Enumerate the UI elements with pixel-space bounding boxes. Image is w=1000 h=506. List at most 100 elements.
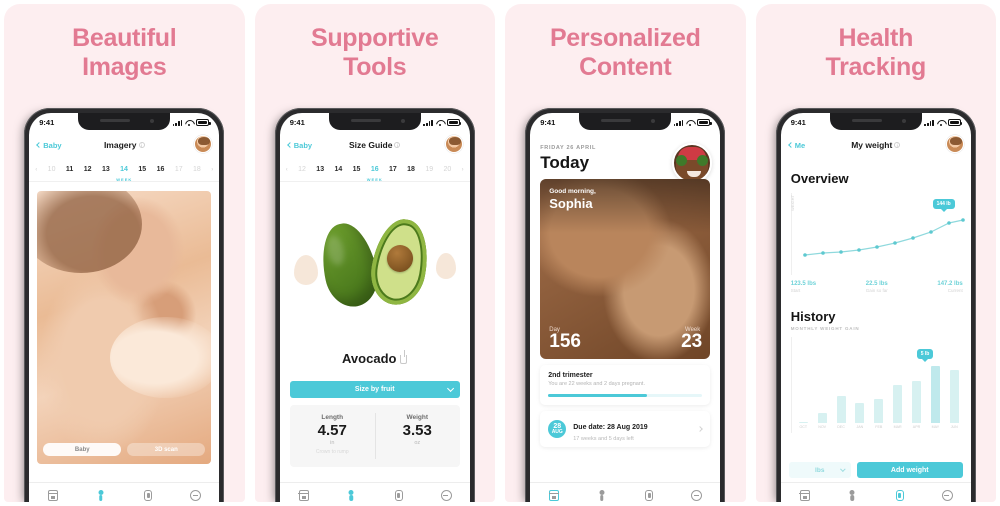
ultrasound-highlight	[110, 316, 212, 399]
panel-1-title-line2: Images	[82, 52, 167, 81]
week-item[interactable]: 10	[48, 166, 56, 173]
info-icon[interactable]: i	[394, 142, 401, 148]
week-item[interactable]: 20	[444, 166, 452, 173]
chart-y-axis	[790, 337, 792, 433]
tab-more[interactable]	[422, 490, 470, 501]
week-item-active[interactable]: 14	[120, 166, 128, 173]
week-item[interactable]: 16	[157, 166, 165, 173]
week-prev-arrow[interactable]: ‹	[286, 167, 288, 173]
due-date-card[interactable]: 28 AUG Due date: 28 Aug 2019 17 weeks an…	[540, 411, 711, 447]
info-icon[interactable]: i	[138, 142, 145, 148]
tab-bar-4[interactable]	[780, 482, 971, 502]
tab-calendar[interactable]	[280, 490, 328, 501]
tab-bottle[interactable]	[625, 490, 673, 501]
tab-bar-3[interactable]	[530, 482, 721, 502]
week-item[interactable]: 17	[389, 166, 397, 173]
tab-baby[interactable]	[578, 490, 626, 501]
panel-3-title-line2: Content	[579, 52, 672, 81]
tab-calendar[interactable]	[29, 490, 77, 501]
metric-label: Weight	[406, 414, 429, 421]
x-label: JUN	[950, 425, 958, 429]
view-mode-segmented-control[interactable]: Baby 3D scan	[43, 443, 206, 456]
avocado-icon	[314, 214, 434, 312]
due-date-badge: 28 AUG	[548, 420, 567, 438]
week-item[interactable]: 12	[84, 166, 92, 173]
chevron-right-icon	[697, 426, 704, 432]
history-subtitle: MONTHLY WEIGHT GAIN	[790, 326, 860, 331]
cellular-signal-icon	[924, 119, 934, 126]
tab-calendar[interactable]	[530, 490, 578, 501]
phone-notch-3	[579, 113, 672, 130]
tab-baby[interactable]	[77, 490, 125, 501]
baby-icon	[96, 490, 106, 501]
front-camera	[901, 119, 906, 123]
week-next-arrow[interactable]: ›	[211, 167, 213, 173]
week-item[interactable]: 15	[138, 166, 146, 173]
tab-bottle[interactable]	[876, 490, 924, 501]
week-selector-1[interactable]: ‹ 10 11 12 13 14 15 16 17 18 › WEEK	[29, 158, 220, 182]
cellular-signal-icon	[423, 119, 433, 126]
add-weight-button[interactable]: Add weight	[856, 462, 963, 478]
trimester-card[interactable]: 2nd trimester You are 22 weeks and 2 day…	[540, 365, 711, 405]
week-item[interactable]: 12	[298, 166, 306, 173]
tab-bottle[interactable]	[124, 490, 172, 501]
bar-item	[798, 422, 808, 423]
phone-notch-1	[78, 113, 171, 130]
week-item[interactable]: 18	[407, 166, 415, 173]
tab-calendar[interactable]	[781, 490, 829, 501]
daily-hero-card[interactable]: Good morning, Sophia Day 156 Week 23	[540, 179, 711, 359]
user-avatar[interactable]	[672, 143, 713, 183]
tab-bottle[interactable]	[375, 490, 423, 501]
week-item[interactable]: 11	[66, 166, 73, 173]
tab-more[interactable]	[923, 490, 971, 501]
wifi-icon	[436, 120, 444, 126]
segment-3d-scan[interactable]: 3D scan	[127, 443, 206, 456]
status-indicators	[924, 119, 963, 126]
week-prev-arrow[interactable]: ‹	[35, 167, 37, 173]
tab-baby[interactable]	[327, 490, 375, 501]
avatar[interactable]	[444, 135, 463, 153]
page-title-text: My weight	[851, 140, 893, 150]
app-screen-imagery: 9:41 Baby Imagery i ‹ 10 11 12 13 14 15 …	[29, 113, 220, 502]
week-selector-2[interactable]: ‹ 12 13 14 15 16 17 18 19 20 › WEEK	[279, 158, 470, 182]
share-icon[interactable]	[400, 350, 408, 364]
week-item[interactable]: 15	[353, 166, 361, 173]
trimester-progress-fill	[548, 394, 647, 397]
metric-weight: Weight 3.53 oz	[374, 405, 460, 467]
metric-value: 4.57	[317, 422, 347, 439]
status-time: 9:41	[540, 118, 556, 127]
back-button[interactable]: Baby	[36, 141, 62, 150]
tab-bar-2[interactable]	[279, 482, 470, 502]
week-item[interactable]: 17	[175, 166, 183, 173]
tab-bar-1[interactable]	[29, 482, 220, 502]
week-next-arrow[interactable]: ›	[462, 167, 464, 173]
line-chart-tooltip: 144 lb	[932, 199, 955, 209]
week-item[interactable]: 13	[102, 166, 110, 173]
unit-dropdown[interactable]: lbs	[788, 462, 851, 478]
cellular-signal-icon	[172, 119, 183, 126]
segment-baby[interactable]: Baby	[43, 443, 122, 456]
hero-week-value: 23	[681, 331, 703, 352]
week-item-active[interactable]: 16	[371, 166, 379, 173]
week-item[interactable]: 14	[334, 166, 342, 173]
tab-more[interactable]	[172, 490, 220, 501]
battery-icon	[446, 119, 462, 126]
tab-more[interactable]	[673, 490, 721, 501]
back-button[interactable]: Baby	[286, 141, 312, 150]
fruit-name: Avocado	[280, 350, 470, 366]
week-item[interactable]: 18	[193, 166, 201, 173]
size-mode-dropdown[interactable]: Size by fruit	[289, 381, 460, 398]
week-item[interactable]: 19	[425, 166, 433, 173]
due-date-subtitle: 17 weeks and 5 days left	[573, 436, 634, 442]
fruit-ghost-right	[435, 253, 456, 279]
avatar[interactable]	[945, 135, 964, 153]
panel-2-title-line1: Supportive	[310, 24, 439, 52]
chevron-left-icon	[36, 142, 43, 148]
screenshot-root: Beautiful Images 9:41 Baby Imagery i ‹ 1…	[0, 0, 1000, 506]
info-icon[interactable]: i	[894, 142, 901, 148]
week-item[interactable]: 13	[316, 166, 324, 173]
avatar[interactable]	[194, 135, 213, 153]
back-button[interactable]: Me	[787, 141, 805, 150]
tab-baby[interactable]	[828, 490, 876, 501]
wifi-icon	[937, 120, 945, 126]
